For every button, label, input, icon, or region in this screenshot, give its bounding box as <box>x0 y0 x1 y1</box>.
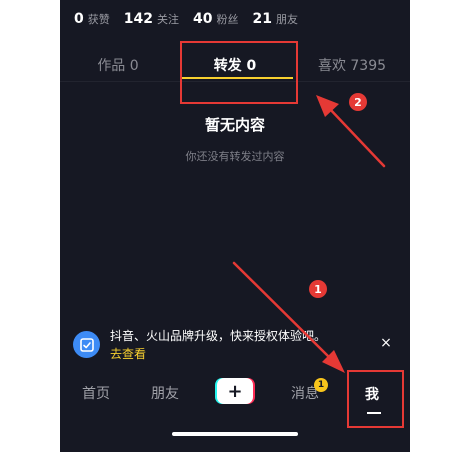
arrow-to-me-tab <box>232 261 345 373</box>
annotation-marker-1: 1 <box>309 280 327 298</box>
annotation-marker-2: 2 <box>349 93 367 111</box>
annotation-arrows <box>232 95 386 373</box>
